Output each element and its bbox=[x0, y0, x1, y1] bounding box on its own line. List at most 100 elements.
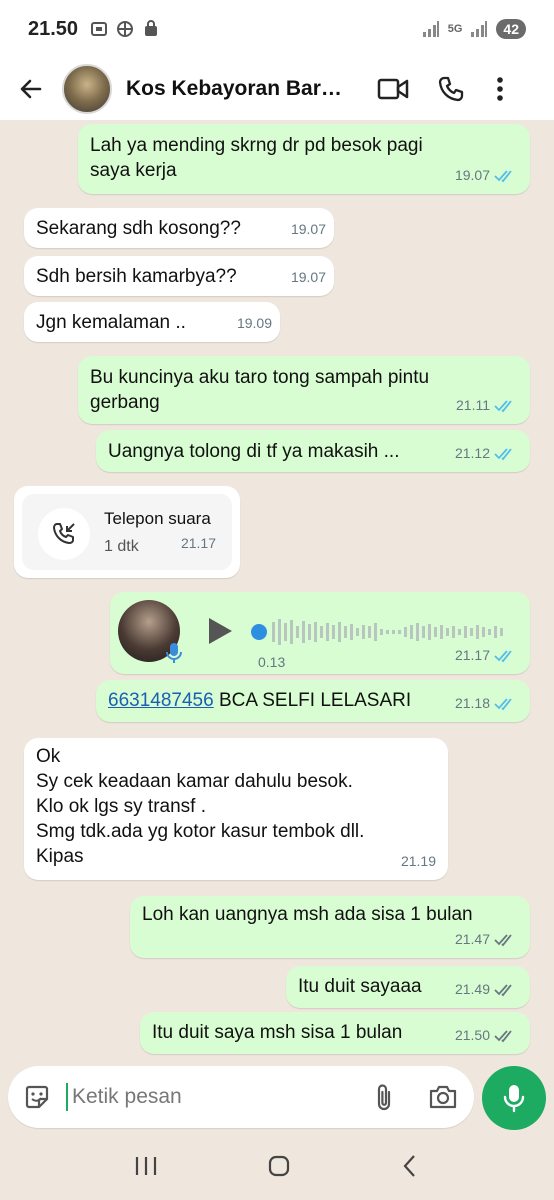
voice-duration: 0.13 bbox=[258, 654, 286, 670]
message-outgoing[interactable]: Itu duit sayaaa 21.49 bbox=[286, 966, 530, 1008]
composer-bar: Ketik pesan bbox=[0, 1062, 554, 1136]
message-time: 21.12 bbox=[454, 445, 490, 461]
message-text-line: saya kerja bbox=[90, 160, 177, 181]
more-options-button[interactable] bbox=[480, 58, 520, 120]
message-text-line: gerbang bbox=[90, 392, 160, 413]
message-time: 21.17 bbox=[454, 647, 490, 663]
avatar[interactable] bbox=[62, 64, 112, 114]
message-time: 21.17 bbox=[180, 535, 216, 551]
sticker-button[interactable] bbox=[8, 1083, 66, 1111]
message-meta: 21.47 bbox=[455, 927, 516, 952]
play-button[interactable] bbox=[206, 616, 234, 653]
message-text: Sdh bersih kamarbya?? bbox=[36, 266, 237, 287]
message-time: 21.18 bbox=[454, 695, 490, 711]
missed-call-icon bbox=[53, 523, 75, 544]
call-icon-circle bbox=[38, 508, 90, 560]
pinwheel-icon bbox=[117, 21, 134, 37]
delivered-ticks-icon bbox=[494, 983, 512, 996]
message-meta: 21.17 bbox=[455, 643, 516, 668]
call-card[interactable]: Telepon suara 1 dtk 21.17 bbox=[22, 494, 232, 570]
message-text-line: Lah ya mending skrng dr pd besok pagi bbox=[90, 135, 423, 156]
sticker-icon bbox=[25, 1085, 49, 1109]
message-time: 19.07 bbox=[454, 167, 490, 183]
read-ticks-icon bbox=[494, 649, 512, 662]
play-icon bbox=[209, 618, 232, 644]
message-incoming[interactable]: Sdh bersih kamarbya?? 19.07 bbox=[24, 256, 334, 296]
recent-apps-icon bbox=[136, 1156, 157, 1175]
home-button[interactable] bbox=[267, 1154, 291, 1183]
status-right: 5G 42 bbox=[422, 19, 526, 39]
message-text: Uangnya tolong di tf ya makasih ... bbox=[108, 441, 400, 462]
message-meta: 21.18 bbox=[455, 691, 516, 716]
message-meta: 19.09 bbox=[237, 311, 272, 336]
message-meta: 21.19 bbox=[401, 849, 436, 874]
system-back-button[interactable] bbox=[400, 1154, 420, 1183]
read-ticks-icon bbox=[494, 697, 512, 710]
message-meta: 21.12 bbox=[455, 441, 516, 466]
phone-icon bbox=[438, 76, 464, 102]
message-incoming[interactable]: Sekarang sdh kosong?? 19.07 bbox=[24, 208, 334, 248]
message-text-line: Ok bbox=[36, 746, 61, 767]
message-outgoing[interactable]: Loh kan uangnya msh ada sisa 1 bulan 21.… bbox=[130, 896, 530, 958]
attach-icon bbox=[377, 1084, 391, 1111]
message-outgoing[interactable]: Lah ya mending skrng dr pd besok pagi sa… bbox=[78, 124, 530, 194]
battery-indicator: 42 bbox=[496, 19, 526, 39]
more-vert-icon bbox=[497, 77, 503, 101]
message-text-line: Klo ok lgs sy transf . bbox=[36, 796, 207, 817]
voice-call-button[interactable] bbox=[422, 58, 480, 120]
status-bar: 21.50 5G 42 bbox=[0, 0, 554, 58]
message-outgoing[interactable]: Itu duit saya msh sisa 1 bulan 21.50 bbox=[140, 1012, 530, 1054]
delivered-ticks-icon bbox=[494, 933, 512, 946]
message-time: 21.50 bbox=[454, 1027, 490, 1043]
mic-icon bbox=[503, 1085, 525, 1113]
back-button[interactable] bbox=[0, 58, 62, 120]
chat-area[interactable]: Lah ya mending skrng dr pd besok pagi sa… bbox=[0, 120, 554, 1136]
message-time: 19.09 bbox=[236, 315, 272, 331]
read-ticks-icon bbox=[494, 169, 512, 182]
status-time: 21.50 bbox=[28, 17, 79, 40]
message-time: 19.07 bbox=[290, 221, 326, 237]
message-meta: 21.49 bbox=[455, 977, 516, 1002]
status-notification-icons bbox=[90, 20, 160, 38]
recent-apps-button[interactable] bbox=[134, 1155, 158, 1182]
message-outgoing[interactable]: Uangnya tolong di tf ya makasih ... 21.1… bbox=[96, 430, 530, 472]
mic-icon bbox=[166, 643, 182, 663]
bag-icon bbox=[145, 20, 158, 36]
message-text: Jgn kemalaman .. bbox=[36, 312, 186, 333]
message-text: 6631487456 BCA SELFI LELASARI bbox=[108, 688, 411, 713]
attach-button[interactable] bbox=[356, 1082, 412, 1112]
back-arrow-icon bbox=[20, 79, 42, 99]
message-time: 21.11 bbox=[456, 397, 490, 413]
call-duration: 1 dtk bbox=[104, 538, 139, 555]
message-incoming[interactable]: Ok Sy cek keadaan kamar dahulu besok. Kl… bbox=[24, 738, 448, 880]
message-time: 19.07 bbox=[290, 269, 326, 285]
message-incoming[interactable]: Jgn kemalaman .. 19.09 bbox=[24, 302, 280, 342]
chat-header: Kos Kebayoran Baru... bbox=[0, 58, 554, 120]
voice-record-button[interactable] bbox=[482, 1066, 546, 1130]
voice-call-bubble[interactable]: Telepon suara 1 dtk 21.17 bbox=[14, 486, 240, 578]
composer-pill: Ketik pesan bbox=[8, 1066, 474, 1128]
chat-title[interactable]: Kos Kebayoran Baru... bbox=[126, 77, 348, 101]
message-text-rest: BCA SELFI LELASARI bbox=[213, 690, 412, 711]
read-ticks-icon bbox=[494, 447, 512, 460]
message-outgoing[interactable]: Bu kuncinya aku taro tong sampah pintu g… bbox=[78, 356, 530, 424]
text-cursor bbox=[66, 1083, 68, 1111]
system-nav-bar bbox=[0, 1136, 554, 1200]
message-text-line: Kipas bbox=[36, 846, 84, 867]
message-input[interactable]: Ketik pesan bbox=[72, 1085, 182, 1109]
voice-message-bubble[interactable]: 0.13 21.17 bbox=[110, 592, 530, 674]
message-time: 21.49 bbox=[454, 981, 490, 997]
message-text-line: Smg tdk.ada yg kotor kasur tembok dll. bbox=[36, 821, 365, 842]
message-time: 21.19 bbox=[400, 853, 436, 869]
delivered-ticks-icon bbox=[494, 1029, 512, 1042]
message-outgoing[interactable]: 6631487456 BCA SELFI LELASARI 21.18 bbox=[96, 680, 530, 722]
message-text: Loh kan uangnya msh ada sisa 1 bulan bbox=[142, 904, 473, 925]
message-meta: 21.11 bbox=[456, 393, 516, 418]
video-call-button[interactable] bbox=[364, 58, 422, 120]
message-text-line: Sy cek keadaan kamar dahulu besok. bbox=[36, 771, 353, 792]
camera-button[interactable] bbox=[412, 1084, 474, 1110]
video-call-icon bbox=[377, 78, 409, 100]
message-text: Itu duit saya msh sisa 1 bulan bbox=[152, 1022, 403, 1043]
camera-icon bbox=[429, 1085, 457, 1109]
phone-number-link[interactable]: 6631487456 bbox=[108, 690, 214, 711]
